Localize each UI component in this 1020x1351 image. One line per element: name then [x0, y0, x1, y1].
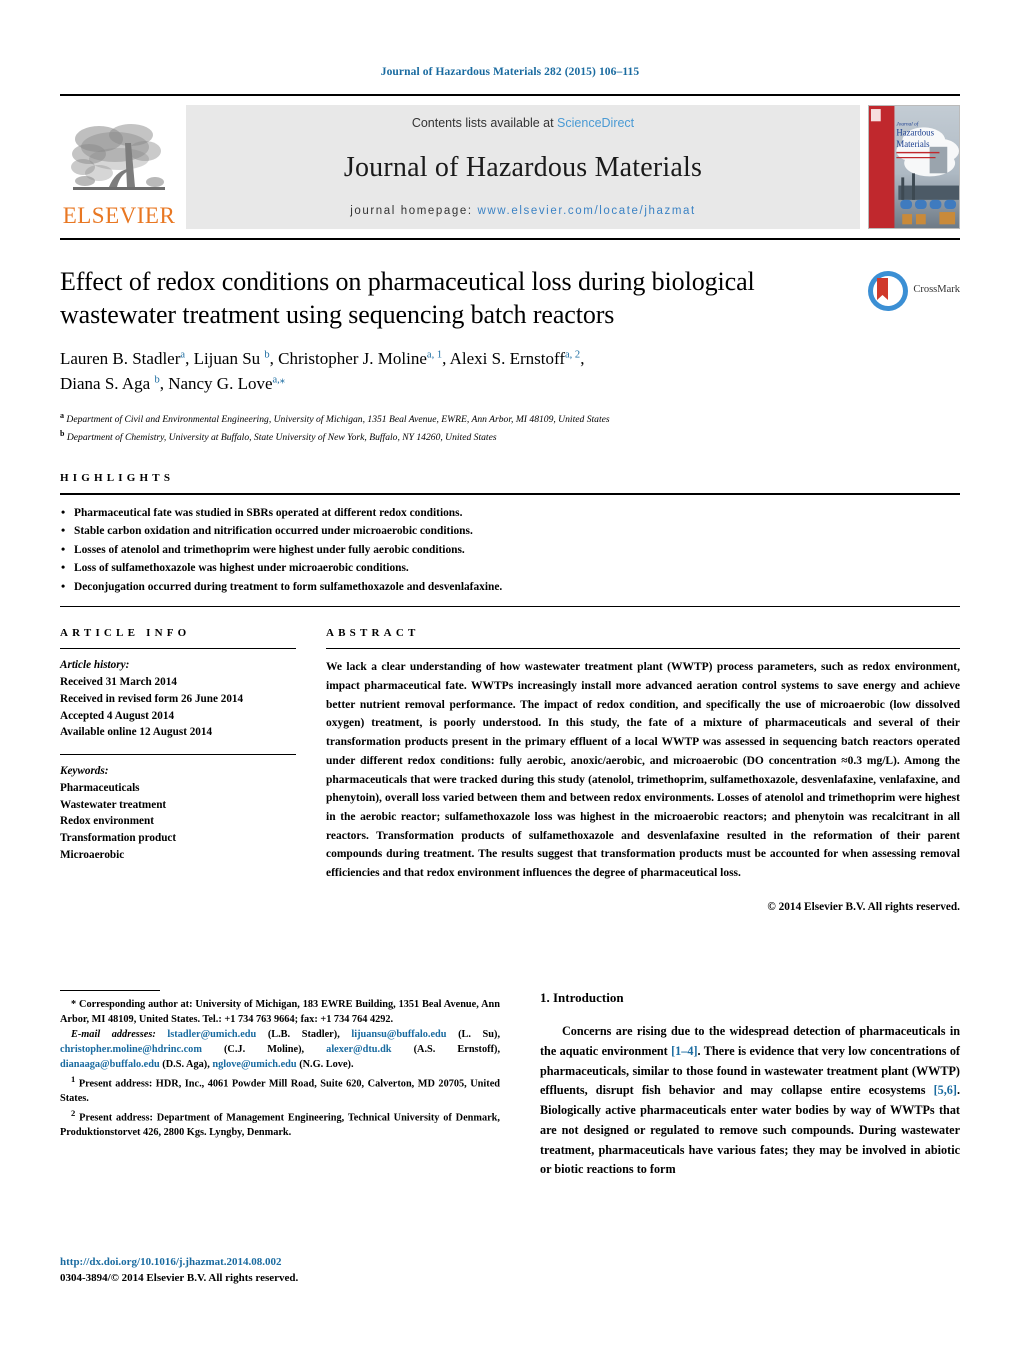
doi-link[interactable]: http://dx.doi.org/10.1016/j.jhazmat.2014… — [60, 1255, 298, 1271]
email-link[interactable]: alexer@dtu.dk — [326, 1044, 391, 1055]
highlights-heading: HIGHLIGHTS — [60, 471, 175, 484]
present-address-2-text: Present address: Department of Managemen… — [60, 1112, 500, 1139]
elsevier-wordmark: ELSEVIER — [62, 203, 176, 229]
svg-text:Hazardous: Hazardous — [896, 127, 934, 137]
list-item: Loss of sulfamethoxazole was highest und… — [60, 558, 960, 578]
abstract-text: We lack a clear understanding of how was… — [326, 661, 960, 880]
issn-copyright-line: 0304-3894/© 2014 Elsevier B.V. All right… — [60, 1271, 299, 1284]
history-item: Accepted 4 August 2014 — [60, 709, 175, 722]
email-link[interactable]: dianaaga@buffalo.edu — [60, 1059, 160, 1070]
email-addresses-note: E-mail addresses: lstadler@umich.edu (L.… — [60, 1028, 501, 1070]
email-link[interactable]: lijuansu@buffalo.edu — [351, 1029, 446, 1040]
list-item: Deconjugation occurred during treatment … — [60, 577, 960, 597]
journal-homepage-link[interactable]: www.elsevier.com/locate/jhazmat — [477, 205, 695, 217]
email-owner: (A.S. Ernstoff) — [413, 1043, 498, 1055]
email-owner: (C.J. Moline) — [223, 1043, 302, 1055]
highlights-list: Pharmaceutical fate was studied in SBRs … — [60, 495, 960, 606]
author-line-1: Lauren B. Stadlera, Lijuan Su b, Christo… — [60, 349, 585, 369]
introduction-paragraph: Concerns are rising due to the widesprea… — [540, 1024, 960, 1177]
title-block: Effect of redox conditions on pharmaceut… — [60, 266, 960, 445]
present-address-note-2: 2 Present address: Department of Managem… — [60, 1107, 500, 1141]
journal-homepage-line: journal homepage: www.elsevier.com/locat… — [350, 205, 696, 217]
present-address-note-1: 1 Present address: HDR, Inc., 4061 Powde… — [60, 1073, 500, 1107]
footnote-marker-1: 1 — [71, 1073, 76, 1084]
contents-prefix: Contents lists available at — [411, 116, 558, 130]
history-item: Received 31 March 2014 — [60, 675, 177, 688]
introduction-heading: 1. Introduction — [540, 990, 624, 1005]
affiliation-b: b Department of Chemistry, University at… — [60, 428, 497, 443]
history-item: Available online 12 August 2014 — [60, 726, 213, 739]
email-link[interactable]: nglove@umich.edu — [212, 1059, 296, 1070]
elsevier-logo: ELSEVIER — [60, 105, 178, 229]
present-address-1-text: Present address: HDR, Inc., 4061 Powder … — [60, 1078, 500, 1104]
list-item: Stable carbon oxidation and nitrificatio… — [60, 521, 960, 541]
svg-text:Materials: Materials — [896, 139, 930, 149]
journal-cover-thumbnail: Journal of Hazardous Materials — [868, 105, 960, 230]
journal-title: Journal of Hazardous Materials — [343, 151, 703, 183]
corresponding-author-note: * Corresponding author at: University of… — [60, 999, 500, 1025]
contents-available-line: Contents lists available at ScienceDirec… — [412, 116, 634, 130]
highlights-bottom-rule — [60, 606, 960, 608]
info-abstract-section: ARTICLE INFO Article history: Received 3… — [60, 627, 960, 913]
email-link[interactable]: christopher.moline@hdrinc.com — [60, 1044, 202, 1055]
crossmark-badge[interactable]: CrossMark — [860, 266, 960, 445]
list-item: Pharmaceutical fate was studied in SBRs … — [60, 503, 960, 523]
article-history-label: Article history: — [60, 659, 130, 672]
footnote-separator-rule — [60, 990, 160, 991]
keyword-item: Microaerobic — [60, 849, 125, 862]
journal-masthead: ELSEVIER Contents lists available at Sci… — [60, 94, 960, 241]
bottom-columns: * Corresponding author at: University of… — [60, 990, 960, 1284]
list-item: Losses of atenolol and trimethoprim were… — [60, 540, 960, 560]
homepage-prefix: journal homepage: — [350, 205, 478, 218]
abstract-heading: ABSTRACT — [326, 627, 420, 640]
footnotes-block: * Corresponding author at: University of… — [60, 998, 500, 1141]
history-item: Received in revised form 26 June 2014 — [60, 692, 244, 705]
keyword-item: Redox environment — [60, 815, 154, 828]
crossmark-label: CrossMark — [913, 284, 960, 296]
affiliation-a: a Department of Civil and Environmental … — [60, 410, 610, 425]
author-list: Lauren B. Stadlera, Lijuan Su b, Christo… — [60, 347, 850, 396]
email-owner: (L. Su) — [458, 1028, 498, 1040]
email-owner: (N.G. Love) — [299, 1058, 351, 1070]
keyword-item: Wastewater treatment — [60, 798, 167, 811]
author-line-2: Diana S. Aga b, Nancy G. Lovea,⁎ — [60, 374, 286, 394]
introduction-column: 1. Introduction Concerns are rising due … — [540, 990, 960, 1192]
paper-page: Journal of Hazardous Materials 282 (2015… — [0, 0, 1020, 1351]
abstract-column: ABSTRACT We lack a clear understanding o… — [326, 627, 960, 913]
footnotes-column: * Corresponding author at: University of… — [60, 990, 500, 1284]
title-and-authors: Effect of redox conditions on pharmaceut… — [60, 266, 850, 445]
keywords-label: Keywords: — [60, 765, 109, 778]
crossmark-icon — [868, 271, 909, 312]
introduction-body: Concerns are rising due to the widesprea… — [540, 1022, 960, 1180]
email-owner: (L.B. Stadler) — [267, 1028, 338, 1040]
article-info-column: ARTICLE INFO Article history: Received 3… — [60, 627, 296, 913]
keyword-item: Pharmaceuticals — [60, 781, 140, 794]
affiliation-list: a Department of Civil and Environmental … — [60, 410, 850, 446]
running-head: Journal of Hazardous Materials 282 (2015… — [380, 66, 640, 78]
email-owner: (D.S. Aga) — [162, 1058, 208, 1070]
email-addresses-label: E-mail addresses: — [71, 1028, 156, 1040]
page-title: Effect of redox conditions on pharmaceut… — [60, 267, 755, 329]
journal-cover-image: Journal of Hazardous Materials — [869, 106, 959, 229]
sciencedirect-link[interactable]: ScienceDirect — [557, 116, 634, 130]
masthead-center: Contents lists available at ScienceDirec… — [186, 105, 860, 230]
svg-text:Journal of: Journal of — [896, 120, 919, 127]
email-link[interactable]: lstadler@umich.edu — [167, 1029, 256, 1040]
keyword-item: Transformation product — [60, 832, 177, 845]
elsevier-tree-icon — [71, 124, 165, 191]
abstract-copyright: © 2014 Elsevier B.V. All rights reserved… — [767, 900, 960, 913]
footnote-marker-2: 2 — [71, 1107, 76, 1118]
doi-block: http://dx.doi.org/10.1016/j.jhazmat.2014… — [60, 1255, 298, 1286]
highlights-section: HIGHLIGHTS Pharmaceutical fate was studi… — [60, 471, 960, 608]
article-info-separator — [60, 754, 296, 756]
article-info-heading: ARTICLE INFO — [60, 627, 191, 640]
article-info-body: Article history: Received 31 March 2014 … — [60, 649, 296, 864]
